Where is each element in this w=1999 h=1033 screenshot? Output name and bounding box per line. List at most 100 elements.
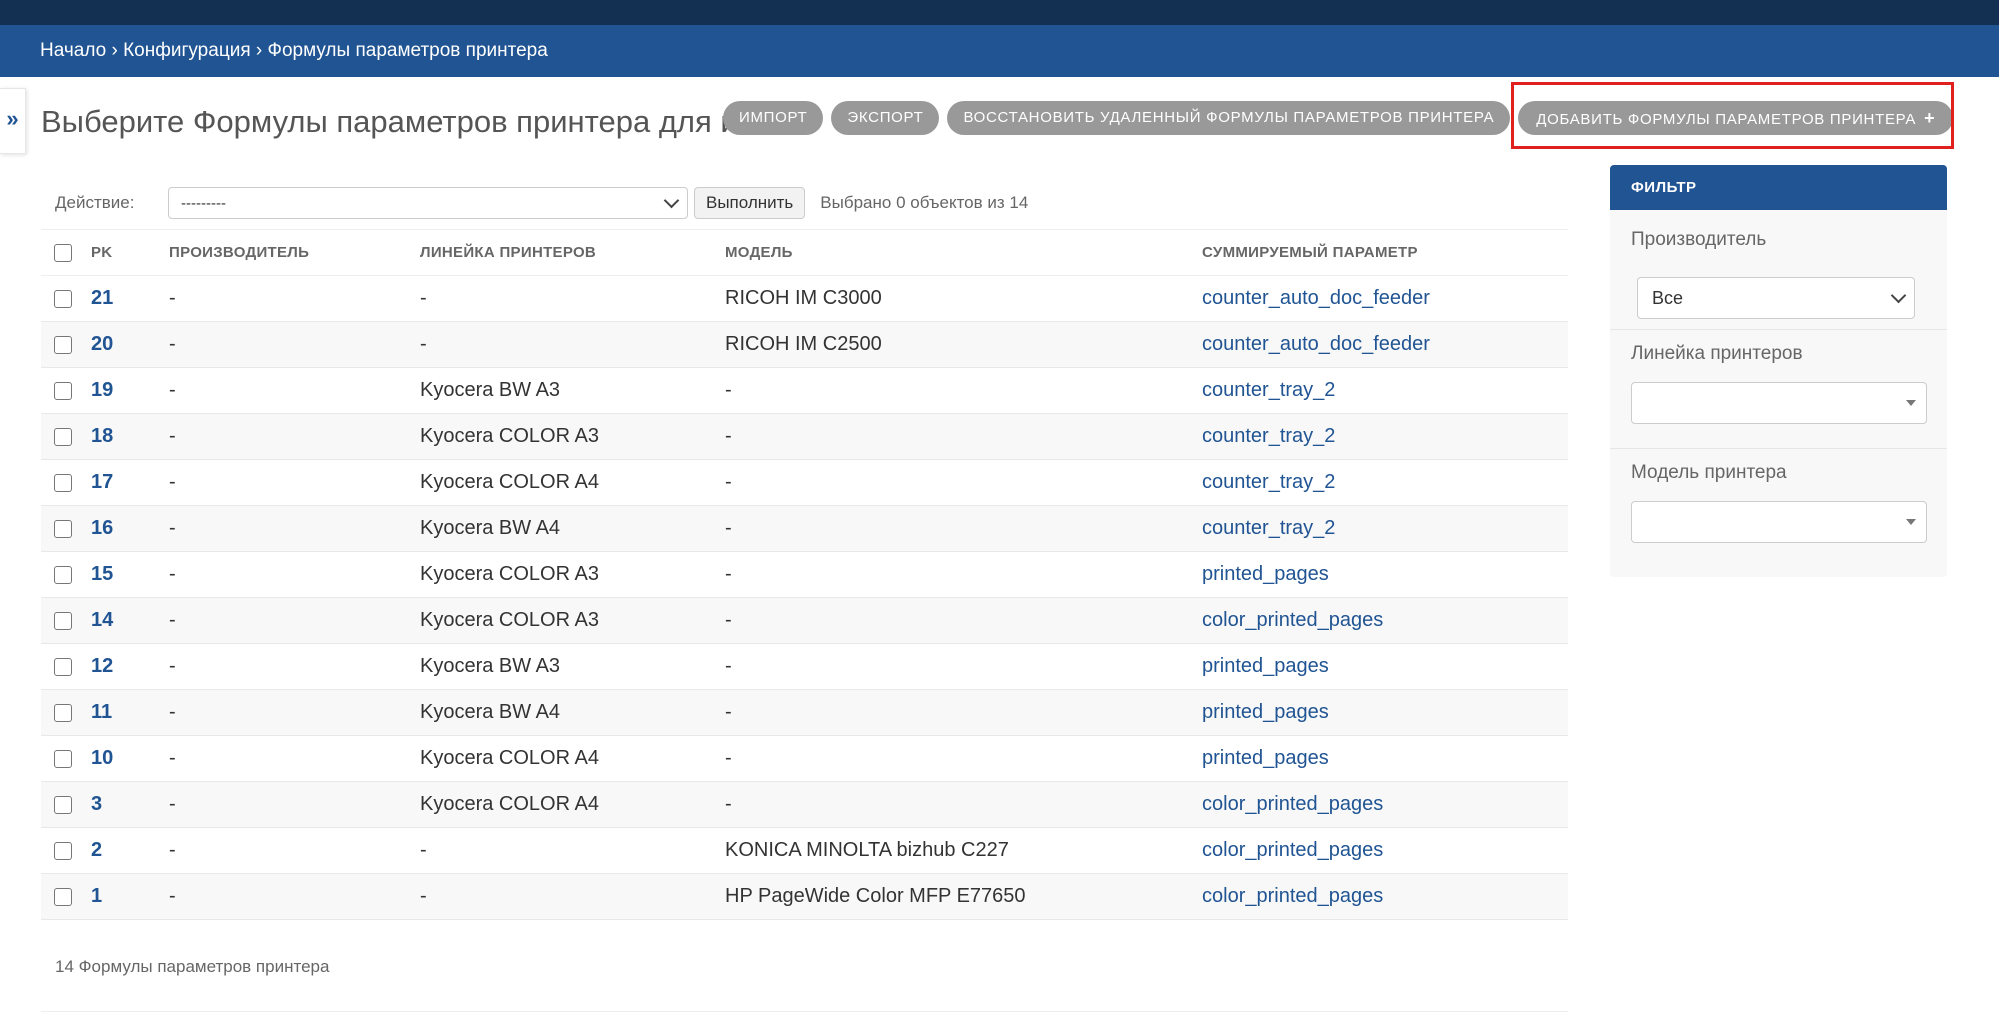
pk-link[interactable]: 17: [91, 471, 113, 493]
pk-link[interactable]: 2: [91, 839, 102, 861]
row-checkbox-cell: [41, 413, 91, 460]
pk-cell: 15: [91, 551, 169, 598]
row-checkbox[interactable]: [54, 335, 72, 354]
param-link[interactable]: counter_auto_doc_feeder: [1202, 333, 1430, 355]
column-header-param[interactable]: СУММИРУЕМЫЙ ПАРАМЕТР: [1202, 229, 1568, 276]
param-link[interactable]: counter_tray_2: [1202, 425, 1335, 447]
param-link[interactable]: color_printed_pages: [1202, 885, 1383, 907]
row-checkbox-cell: [41, 781, 91, 828]
model-cell: RICOH IM C2500: [725, 321, 1202, 368]
breadcrumb-home-link[interactable]: Начало: [40, 40, 106, 61]
action-label: Действие:: [55, 193, 135, 212]
param-cell: printed_pages: [1202, 551, 1568, 598]
row-checkbox[interactable]: [54, 473, 72, 492]
filter-panel: ФИЛЬТР Производитель Все Линейка принтер…: [1610, 165, 1947, 577]
row-checkbox[interactable]: [54, 611, 72, 630]
row-checkbox[interactable]: [54, 289, 72, 308]
pk-link[interactable]: 3: [91, 793, 102, 815]
row-checkbox[interactable]: [54, 657, 72, 676]
row-checkbox[interactable]: [54, 841, 72, 860]
row-checkbox-cell: [41, 873, 91, 920]
row-checkbox-cell: [41, 827, 91, 874]
pk-link[interactable]: 14: [91, 609, 113, 631]
row-checkbox[interactable]: [54, 427, 72, 446]
pk-link[interactable]: 12: [91, 655, 113, 677]
column-header-manufacturer[interactable]: ПРОИЗВОДИТЕЛЬ: [169, 229, 420, 276]
pk-link[interactable]: 15: [91, 563, 113, 585]
export-button[interactable]: ЭКСПОРТ: [831, 101, 940, 135]
param-cell: printed_pages: [1202, 643, 1568, 690]
model-cell: -: [725, 551, 1202, 598]
pk-link[interactable]: 10: [91, 747, 113, 769]
table-row: 17 - Kyocera COLOR A4 - counter_tray_2: [41, 459, 1568, 506]
select-all-cell: [41, 229, 91, 276]
model-filter-select[interactable]: [1631, 501, 1927, 543]
filter-section-model: Модель принтера: [1610, 449, 1947, 577]
model-cell: -: [725, 459, 1202, 506]
manufacturer-cell: -: [169, 275, 420, 322]
breadcrumb-config-link[interactable]: Конфигурация: [123, 40, 251, 61]
line-cell: Kyocera COLOR A4: [420, 735, 725, 782]
param-cell: printed_pages: [1202, 735, 1568, 782]
param-link[interactable]: color_printed_pages: [1202, 839, 1383, 861]
pk-cell: 12: [91, 643, 169, 690]
param-link[interactable]: printed_pages: [1202, 701, 1329, 723]
column-header-model[interactable]: МОДЕЛЬ: [725, 229, 1202, 276]
line-filter-select[interactable]: [1631, 382, 1927, 424]
row-checkbox-cell: [41, 505, 91, 552]
nav-sidebar-toggle[interactable]: »: [0, 88, 26, 154]
param-link[interactable]: color_printed_pages: [1202, 793, 1383, 815]
chevron-down-icon: [1890, 287, 1907, 304]
line-cell: -: [420, 873, 725, 920]
pk-link[interactable]: 19: [91, 379, 113, 401]
param-cell: counter_auto_doc_feeder: [1202, 275, 1568, 322]
manufacturer-cell: -: [169, 735, 420, 782]
row-checkbox[interactable]: [54, 749, 72, 768]
filter-section-line: Линейка принтеров: [1610, 330, 1947, 449]
select-all-checkbox[interactable]: [54, 243, 72, 262]
param-link[interactable]: printed_pages: [1202, 747, 1329, 769]
row-checkbox[interactable]: [54, 565, 72, 584]
page-title: Выберите Формулы параметров принтера для…: [41, 104, 731, 139]
model-cell: -: [725, 781, 1202, 828]
pk-link[interactable]: 20: [91, 333, 113, 355]
manufacturer-cell: -: [169, 459, 420, 506]
line-cell: Kyocera COLOR A4: [420, 781, 725, 828]
manufacturer-filter-select[interactable]: Все: [1637, 277, 1915, 319]
param-link[interactable]: counter_tray_2: [1202, 471, 1335, 493]
action-select[interactable]: ---------: [168, 187, 688, 219]
table-row: 16 - Kyocera BW A4 - counter_tray_2: [41, 505, 1568, 552]
param-link[interactable]: counter_auto_doc_feeder: [1202, 287, 1430, 309]
manufacturer-cell: -: [169, 827, 420, 874]
pk-link[interactable]: 16: [91, 517, 113, 539]
table-row: 14 - Kyocera COLOR A3 - color_printed_pa…: [41, 597, 1568, 644]
pk-link[interactable]: 21: [91, 287, 113, 309]
param-link[interactable]: counter_tray_2: [1202, 379, 1335, 401]
row-checkbox[interactable]: [54, 887, 72, 906]
import-button[interactable]: ИМПОРТ: [723, 101, 824, 135]
row-checkbox[interactable]: [54, 381, 72, 400]
line-cell: Kyocera BW A3: [420, 367, 725, 414]
chevron-down-icon: [663, 192, 680, 209]
recover-deleted-button[interactable]: ВОССТАНОВИТЬ УДАЛЕННЫЙ ФОРМУЛЫ ПАРАМЕТРО…: [947, 101, 1511, 135]
param-link[interactable]: counter_tray_2: [1202, 517, 1335, 539]
param-link[interactable]: color_printed_pages: [1202, 609, 1383, 631]
table-row: 18 - Kyocera COLOR A3 - counter_tray_2: [41, 413, 1568, 460]
pk-link[interactable]: 18: [91, 425, 113, 447]
pk-link[interactable]: 1: [91, 885, 102, 907]
column-header-line[interactable]: ЛИНЕЙКА ПРИНТЕРОВ: [420, 229, 725, 276]
row-checkbox[interactable]: [54, 795, 72, 814]
manufacturer-cell: -: [169, 367, 420, 414]
row-checkbox[interactable]: [54, 519, 72, 538]
column-header-pk[interactable]: PK: [91, 229, 169, 276]
run-action-button[interactable]: Выполнить: [694, 187, 806, 219]
filter-line-label: Линейка принтеров: [1631, 343, 1803, 364]
param-link[interactable]: printed_pages: [1202, 655, 1329, 677]
param-link[interactable]: printed_pages: [1202, 563, 1329, 585]
filter-model-label: Модель принтера: [1631, 462, 1787, 483]
manufacturer-filter-value: Все: [1652, 287, 1684, 308]
pk-link[interactable]: 11: [91, 701, 112, 723]
line-cell: Kyocera BW A4: [420, 505, 725, 552]
row-checkbox[interactable]: [54, 703, 72, 722]
row-checkbox-cell: [41, 689, 91, 736]
